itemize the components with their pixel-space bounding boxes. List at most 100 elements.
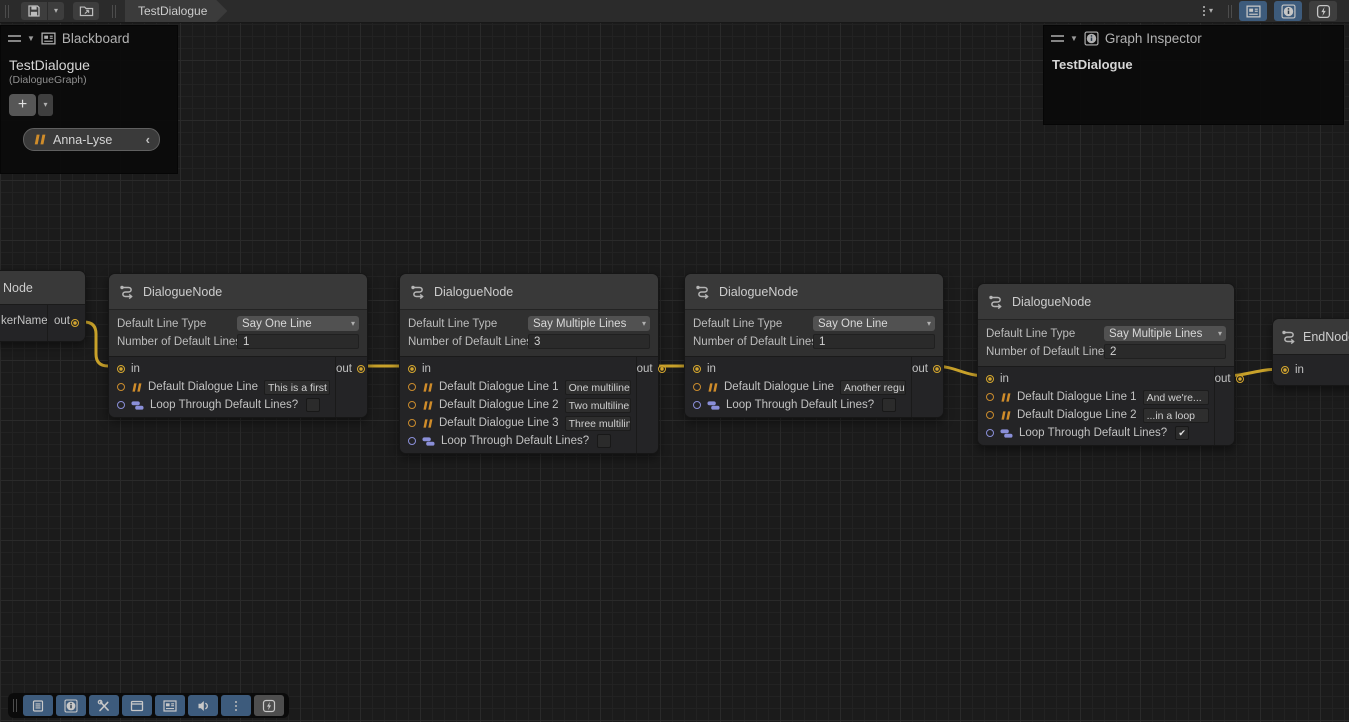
dialogue-line-port[interactable] — [693, 383, 701, 391]
graph-inspector-panel[interactable]: ▼ Graph Inspector TestDialogue — [1043, 25, 1344, 125]
blackboard-property-anna-lyse[interactable]: Anna-Lyse ‹ — [23, 128, 160, 151]
node-title-bar[interactable]: Node — [0, 271, 85, 304]
loop-checkbox[interactable] — [597, 434, 611, 448]
dialogue-node-icon — [695, 284, 711, 300]
dialogue-line-input[interactable]: One multiline — [565, 380, 631, 395]
dialogue-node-3[interactable]: DialogueNode Default Line Type Say One L… — [684, 273, 944, 418]
loop-port[interactable] — [408, 437, 416, 445]
dialogue-line-port[interactable] — [408, 383, 416, 391]
lines-count-input[interactable]: 2 — [1104, 344, 1226, 359]
dialogue-line-port[interactable] — [408, 419, 416, 427]
in-port[interactable] — [1281, 366, 1289, 374]
out-port[interactable] — [357, 365, 365, 373]
in-port[interactable] — [408, 365, 416, 373]
toggle-blackboard-button[interactable] — [1239, 1, 1267, 21]
node-title-bar[interactable]: DialogueNode — [400, 274, 658, 309]
line-type-label: Default Line Type — [408, 318, 528, 330]
dialogue-line-input[interactable]: Three multilin — [565, 416, 631, 431]
chevron-down-icon: ▾ — [54, 7, 58, 15]
blackboard-icon — [1246, 4, 1261, 19]
collapse-triangle-icon[interactable]: ▼ — [27, 35, 35, 43]
loop-row: Loop Through Default Lines? — [685, 396, 911, 414]
blackboard-header[interactable]: ▼ Blackboard — [1, 26, 177, 51]
collapse-triangle-icon[interactable]: ▼ — [1070, 35, 1078, 43]
out-port[interactable] — [71, 319, 79, 327]
in-port[interactable] — [117, 365, 125, 373]
lines-count-input[interactable]: 1 — [237, 334, 359, 349]
dialogue-node-1[interactable]: DialogueNode Default Line Type Say One L… — [108, 273, 368, 418]
dialogue-line-input[interactable]: Two multiline — [565, 398, 631, 413]
blackboard-panel[interactable]: ▼ Blackboard TestDialogue (DialogueGraph… — [0, 25, 178, 174]
kebab-menu-icon — [1203, 6, 1205, 16]
out-port[interactable] — [658, 365, 666, 373]
in-port[interactable] — [986, 375, 994, 383]
tools-button[interactable] — [89, 695, 119, 716]
line-type-dropdown[interactable]: Say Multiple Lines ▾ — [528, 316, 650, 331]
node-title-bar[interactable]: DialogueNode — [109, 274, 367, 309]
info-icon — [64, 699, 78, 713]
dialogue-line-port[interactable] — [117, 383, 125, 391]
document-button[interactable] — [23, 695, 53, 716]
open-asset-button[interactable] — [73, 2, 99, 20]
in-port-label: in — [707, 363, 716, 375]
in-port[interactable] — [693, 365, 701, 373]
dialogue-line-input[interactable]: Another regu — [840, 380, 906, 395]
dialogue-line-row: Default Dialogue Line 2 Two multiline — [400, 396, 636, 414]
overflow-menu-button[interactable]: ▾ — [1195, 2, 1221, 20]
line-type-dropdown[interactable]: Say Multiple Lines ▾ — [1104, 326, 1226, 341]
lightning-button[interactable] — [254, 695, 284, 716]
graph-inspector-header[interactable]: ▼ Graph Inspector — [1044, 26, 1343, 51]
loop-port[interactable] — [693, 401, 701, 409]
dialogue-line-input[interactable]: ...in a loop — [1143, 408, 1209, 423]
loop-label: Loop Through Default Lines? — [441, 435, 589, 447]
loop-checkbox[interactable] — [882, 398, 896, 412]
save-options-dropdown[interactable]: ▾ — [48, 2, 64, 20]
node-title-bar[interactable]: DialogueNode — [978, 284, 1234, 319]
dialogue-node-4[interactable]: DialogueNode Default Line Type Say Multi… — [977, 283, 1235, 446]
dialogue-node-2[interactable]: DialogueNode Default Line Type Say Multi… — [399, 273, 659, 454]
toggle-inspector-button[interactable] — [1274, 1, 1302, 21]
out-port[interactable] — [1236, 375, 1244, 383]
dialogue-line-port[interactable] — [986, 411, 994, 419]
dialogue-line-input[interactable]: And we're... — [1143, 390, 1209, 405]
toolbar-drag-handle[interactable] — [5, 4, 9, 18]
save-button[interactable] — [21, 2, 47, 20]
loop-port[interactable] — [117, 401, 125, 409]
add-property-dropdown[interactable]: ▾ — [38, 94, 53, 116]
speaker-node[interactable]: Node kerName out — [0, 270, 86, 342]
info-button[interactable] — [56, 695, 86, 716]
drag-handle-icon[interactable] — [1051, 35, 1064, 42]
speaker-name-field[interactable]: kerName — [1, 315, 48, 327]
dialogue-line-port[interactable] — [986, 393, 994, 401]
node-title: EndNode — [1303, 330, 1349, 344]
dialogue-line-port[interactable] — [408, 401, 416, 409]
line-type-dropdown[interactable]: Say One Line ▾ — [813, 316, 935, 331]
out-port-row: out — [336, 360, 371, 378]
end-node[interactable]: EndNode in — [1272, 318, 1349, 386]
drag-handle-icon[interactable] — [8, 35, 21, 42]
node-title-bar[interactable]: DialogueNode — [685, 274, 943, 309]
loop-port[interactable] — [986, 429, 994, 437]
out-port[interactable] — [933, 365, 941, 373]
in-port-label: in — [1295, 364, 1304, 376]
toggle-preview-button[interactable] — [1309, 1, 1337, 21]
node-port-section: in Default Dialogue Line 1 One multiline… — [400, 356, 658, 453]
add-property-button[interactable]: + — [9, 94, 36, 116]
tab-testdialogue[interactable]: TestDialogue — [125, 0, 227, 22]
window-button[interactable] — [122, 695, 152, 716]
collapse-chevron-icon[interactable]: ‹ — [146, 132, 150, 147]
quote-icon — [707, 382, 718, 393]
node-title-bar[interactable]: EndNode — [1273, 319, 1349, 354]
loop-checkbox[interactable] — [306, 398, 320, 412]
toolbar-drag-handle[interactable] — [13, 699, 17, 713]
lines-count-input[interactable]: 1 — [813, 334, 935, 349]
lines-count-input[interactable]: 3 — [528, 334, 650, 349]
blackboard-button[interactable] — [155, 695, 185, 716]
line-type-dropdown[interactable]: Say One Line ▾ — [237, 316, 359, 331]
more-button[interactable] — [221, 695, 251, 716]
dialogue-line-label: Default Dialogue Line 1 — [439, 381, 559, 393]
dialogue-line-input[interactable]: This is a first — [264, 380, 330, 395]
loop-checkbox[interactable]: ✔ — [1175, 426, 1189, 440]
graph-canvas[interactable]: Node kerName out DialogueNode Default Li… — [0, 0, 1349, 722]
speaker-button[interactable] — [188, 695, 218, 716]
